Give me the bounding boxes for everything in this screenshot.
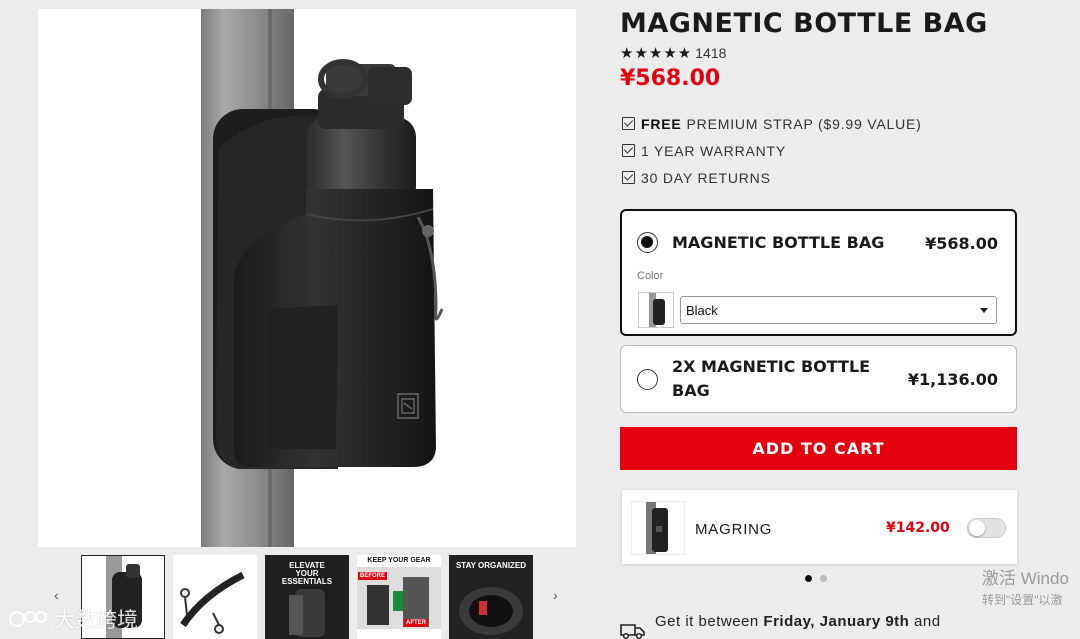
main-product-image[interactable] [38, 9, 576, 547]
watermark-text: 大数跨境 [54, 609, 138, 632]
delivery-suffix: and [914, 613, 941, 630]
product-title: MAGNETIC BOTTLE BAG [620, 8, 988, 39]
upsell-toggle[interactable] [967, 518, 1006, 538]
perk-text: 1 YEAR WARRANTY [641, 142, 787, 159]
add-to-cart-button[interactable]: ADD TO CART [620, 427, 1017, 470]
thumbnail-4[interactable]: KEEP YOUR GEAR BEFORE AFTER [357, 555, 441, 639]
thumbnail-strap-photo [180, 571, 245, 634]
upsell-image [631, 501, 685, 555]
perk-text: PREMIUM STRAP ($9.99 VALUE) [686, 115, 922, 132]
color-label: Color [637, 270, 664, 282]
perk-text: 30 DAY RETURNS [641, 169, 771, 186]
thumbnail-2[interactable] [173, 555, 257, 639]
review-count: 1418 [695, 45, 727, 61]
product-panel: MAGNETIC BOTTLE BAG ★★★★★ 1418 ¥568.00 F… [620, 0, 1080, 639]
star-rating-icon: ★★★★★ [620, 45, 693, 62]
perk-item: 1 YEAR WARRANTY [622, 137, 922, 164]
carousel-dot[interactable] [820, 575, 827, 582]
checkbox-icon [622, 144, 635, 157]
upsell-price: ¥142.00 [886, 520, 950, 536]
option-name: 2X MAGNETIC BOTTLE BAG [672, 355, 870, 403]
thumbnail-prev-arrow[interactable]: ‹ [54, 587, 59, 603]
upsell-name: MAGRING [695, 521, 773, 538]
perk-item: FREE PREMIUM STRAP ($9.99 VALUE) [622, 110, 922, 137]
after-badge: AFTER [404, 619, 428, 627]
thumbnail-photo [459, 587, 523, 635]
carousel-dots [805, 575, 827, 582]
delivery-text: Get it between Friday, January 9th and [655, 613, 941, 630]
perk-item: 30 DAY RETURNS [622, 164, 922, 191]
thumbnail-5[interactable]: STAY ORGANIZED [449, 555, 533, 639]
chevron-down-icon [980, 308, 988, 313]
perk-bold: FREE [641, 115, 682, 132]
thumbnail-3[interactable]: ELEVATE YOUR ESSENTIALS [265, 555, 349, 639]
upsell-card: MAGRING ¥142.00 [622, 490, 1017, 564]
color-swatch[interactable] [638, 292, 674, 328]
checkbox-icon [622, 117, 635, 130]
watermark-logo-icon [9, 611, 47, 627]
activation-line-1: 激活 Windo [982, 569, 1069, 588]
bundle-option-single[interactable]: MAGNETIC BOTTLE BAG ¥568.00 Color Black [620, 209, 1017, 336]
option-name: MAGNETIC BOTTLE BAG [672, 233, 885, 252]
bundle-option-double[interactable]: 2X MAGNETIC BOTTLE BAG ¥1,136.00 [620, 345, 1017, 413]
thumbnail-next-arrow[interactable]: › [553, 587, 558, 603]
product-price: ¥568.00 [620, 66, 721, 91]
windows-activation-notice: 激活 Windo 转到"设置"以激 [982, 564, 1069, 608]
delivery-date: Friday, January 9th [763, 613, 910, 630]
option-name-line1: 2X MAGNETIC BOTTLE [672, 357, 871, 376]
color-select-value: Black [686, 303, 718, 318]
option-price: ¥1,136.00 [907, 370, 998, 389]
thumbnail-photo [357, 567, 441, 629]
color-select[interactable]: Black [680, 296, 997, 324]
delivery-estimate: Get it between Friday, January 9th and [620, 610, 1080, 639]
carousel-dot-active[interactable] [805, 575, 812, 582]
bottle-bag-photo [201, 9, 444, 547]
swatch-photo [649, 293, 665, 327]
product-rating[interactable]: ★★★★★ 1418 [620, 44, 726, 62]
delivery-prefix: Get it between [655, 613, 759, 630]
radio-selected-icon[interactable] [637, 232, 658, 253]
checkbox-icon [622, 171, 635, 184]
option-name-line2: BAG [672, 381, 710, 400]
before-badge: BEFORE [358, 572, 388, 580]
watermark: 大数跨境 [8, 604, 138, 634]
activation-line-2: 转到"设置"以激 [982, 593, 1063, 607]
radio-unselected-icon[interactable] [637, 369, 658, 390]
perks-list: FREE PREMIUM STRAP ($9.99 VALUE) 1 YEAR … [622, 110, 922, 191]
thumbnail-photo [289, 589, 325, 637]
option-price: ¥568.00 [925, 234, 998, 253]
magring-photo [646, 502, 668, 554]
truck-icon [620, 624, 645, 639]
